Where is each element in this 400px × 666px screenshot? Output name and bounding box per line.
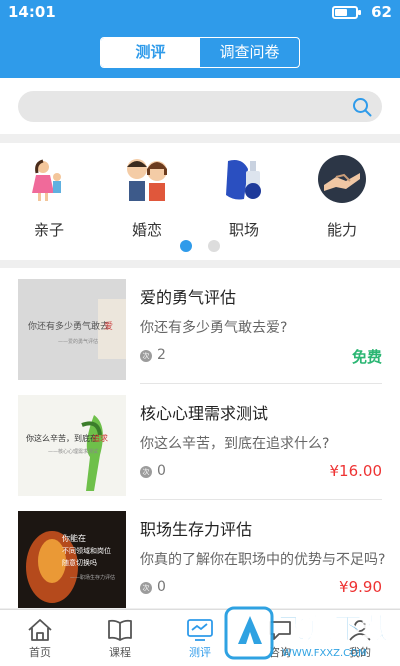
item-title: 职场生存力评估 [140, 520, 253, 539]
svg-text:你还有多少勇气敢去: 你还有多少勇气敢去 [28, 320, 109, 332]
item-price: 免费 [351, 348, 382, 366]
family-icon [32, 159, 61, 201]
segment-tab-assessment[interactable]: 测评 [101, 38, 200, 67]
item-title: 爱的勇气评估 [140, 288, 237, 307]
item-title: 核心心理需求测试 [140, 404, 269, 423]
assessment-icon [187, 619, 213, 641]
svg-text:追求: 追求 [92, 433, 108, 443]
segment-tab-survey[interactable]: 调查问卷 [200, 38, 299, 67]
tab-home[interactable]: 首页 [10, 618, 70, 660]
watermark-url: WWW.FXXZ.COM [282, 648, 367, 659]
item-price: ¥16.00 [329, 462, 383, 480]
svg-text:——职场生存力评估: ——职场生存力评估 [70, 574, 115, 581]
item-count: 2 [157, 347, 166, 363]
item-desc: 你还有多少勇气敢去爱? [140, 320, 288, 336]
svg-text:——核心心理需求测试: ——核心心理需求测试 [48, 448, 98, 455]
page-dot[interactable] [207, 240, 220, 252]
svg-text:随意切换吗: 随意切换吗 [62, 558, 97, 567]
item-price: ¥9.90 [339, 578, 382, 596]
list-item[interactable]: 你能在 不同领域和岗位 随意切换吗 ——职场生存力评估 职场生存力评估 你真的了… [0, 500, 400, 608]
watermark-text: 飞翔下载 [278, 612, 390, 645]
tab-course[interactable]: 课程 [90, 618, 150, 660]
list-item[interactable]: 你这么辛苦，到底在 追求 ——核心心理需求测试 核心心理需求测试 你这么辛苦，到… [0, 384, 400, 500]
item-count: 0 [157, 579, 166, 595]
category-marriage[interactable]: 婚恋 [107, 155, 187, 240]
category-family[interactable]: 亲子 [9, 155, 89, 240]
search-icon[interactable] [352, 97, 372, 117]
couple-icon [127, 159, 167, 201]
item-desc: 你真的了解你在职场中的优势与不足吗? [140, 552, 386, 568]
svg-text:你能在: 你能在 [62, 533, 86, 543]
battery-level: 62 [371, 3, 392, 21]
svg-text:你这么辛苦，到底在: 你这么辛苦，到底在 [26, 433, 98, 443]
book-icon [108, 619, 132, 641]
count-badge-icon: 次 [140, 350, 152, 362]
search-bar [18, 91, 382, 122]
item-thumbnail: 你这么辛苦，到底在 追求 ——核心心理需求测试 [18, 395, 126, 496]
svg-text:不同领域和岗位: 不同领域和岗位 [62, 546, 111, 555]
tab-label: 课程 [109, 646, 131, 659]
search-input[interactable] [18, 91, 318, 122]
category-workplace[interactable]: 职场 [204, 155, 284, 240]
category-panel: 亲子 婚恋 职场 能力 [0, 143, 400, 260]
page-dot-active[interactable] [180, 240, 193, 252]
header: 14:01 62 测评 调查问卷 [0, 0, 400, 78]
svg-text:——爱的勇气评估: ——爱的勇气评估 [58, 338, 98, 345]
category-ability[interactable]: 能力 [302, 155, 382, 240]
item-thumbnail: 你还有多少勇气敢去 爱 ——爱的勇气评估 [18, 279, 126, 380]
assessment-list: 你还有多少勇气敢去 爱 ——爱的勇气评估 爱的勇气评估 你还有多少勇气敢去爱? … [0, 268, 400, 608]
search-bar-area [0, 78, 400, 134]
item-thumbnail: 你能在 不同领域和岗位 随意切换吗 ——职场生存力评估 [18, 511, 126, 608]
item-count: 0 [157, 463, 166, 479]
home-icon [28, 619, 52, 641]
svg-text:爱: 爱 [104, 321, 113, 332]
tab-label: 首页 [29, 646, 51, 659]
workplace-icon [226, 160, 261, 200]
handshake-icon [318, 155, 366, 203]
status-bar: 14:01 62 [0, 0, 400, 24]
watermark: 飞翔下载 WWW.FXXZ.COM [220, 600, 400, 666]
list-item[interactable]: 你还有多少勇气敢去 爱 ——爱的勇气评估 爱的勇气评估 你还有多少勇气敢去爱? … [0, 268, 400, 384]
segment-control: 测评 调查问卷 [100, 37, 300, 68]
pagination-dots [0, 237, 400, 256]
count-badge-icon: 次 [140, 582, 152, 594]
battery-icon [332, 6, 361, 19]
status-time: 14:01 [8, 3, 56, 21]
item-desc: 你这么辛苦，到底在追求什么? [140, 436, 330, 452]
count-badge-icon: 次 [140, 466, 152, 478]
